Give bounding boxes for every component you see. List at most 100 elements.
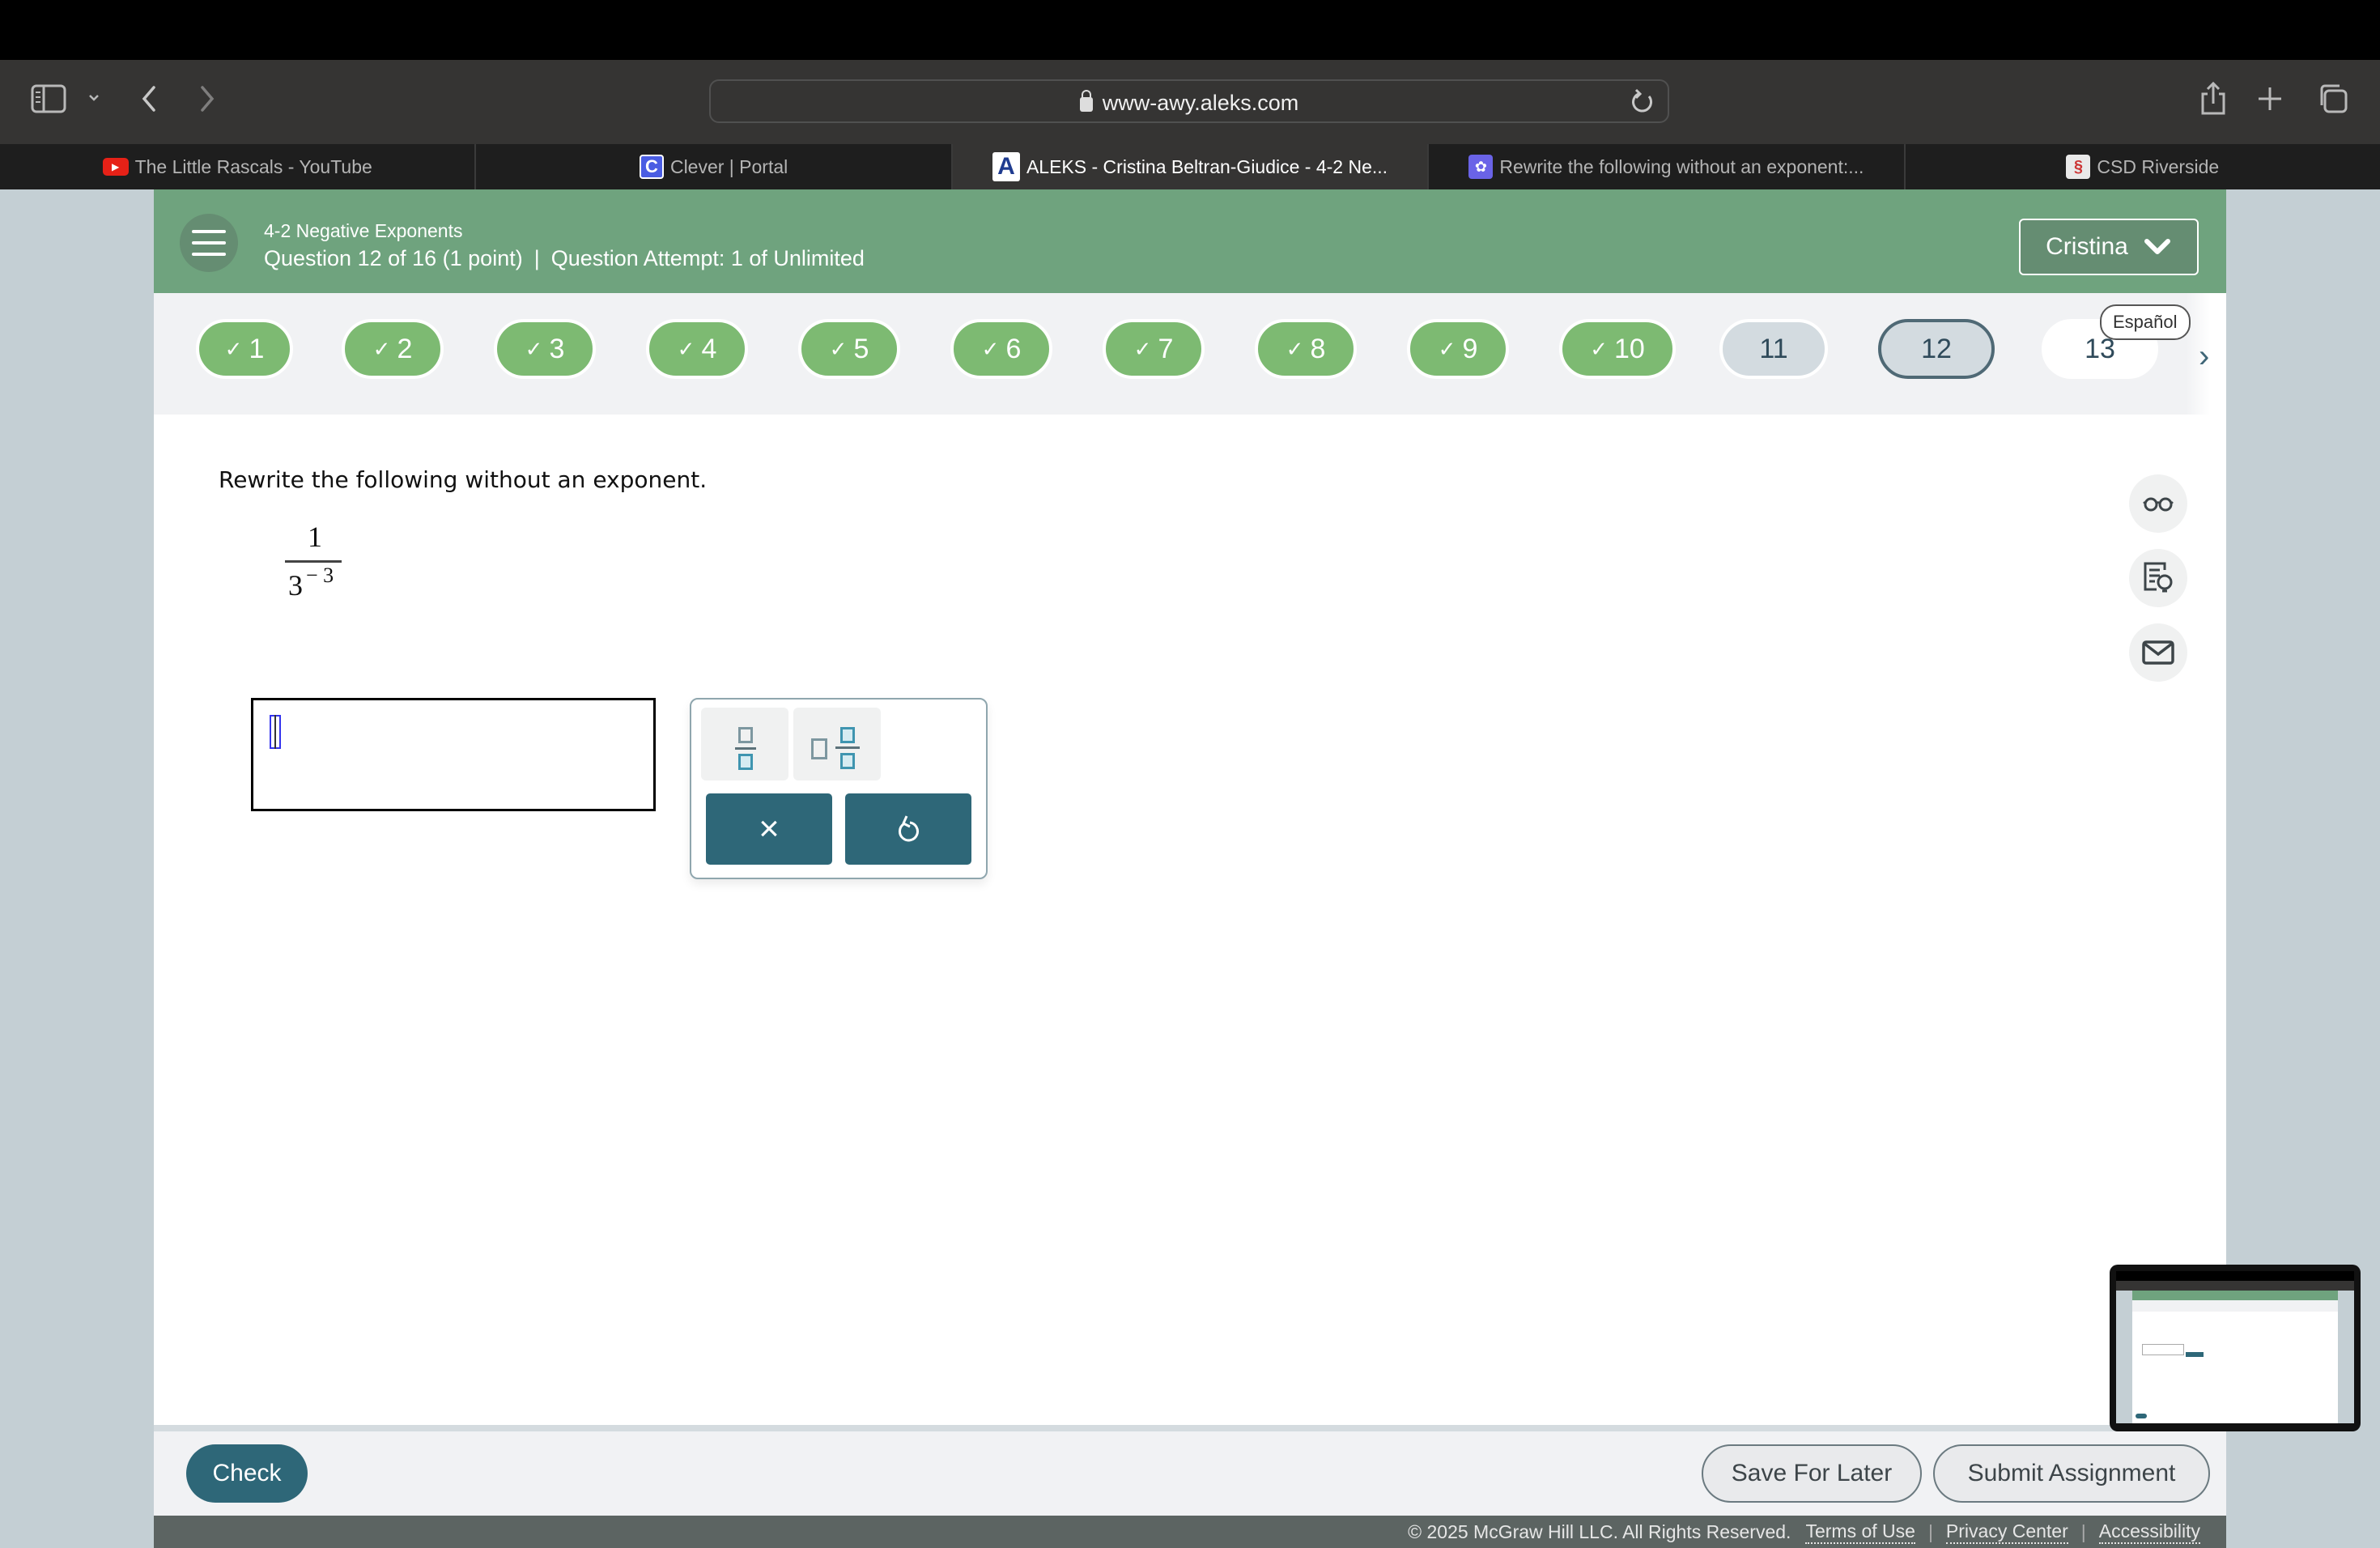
checkmark-icon: ✓ [224,336,243,361]
share-icon[interactable] [2199,81,2228,117]
question-number: 9 [1462,333,1478,364]
mixed-number-template-button[interactable] [793,708,881,780]
checkmark-icon: ✓ [525,336,543,361]
accessibility-link[interactable]: Accessibility [2098,1520,2200,1544]
question-number: 10 [1613,333,1645,364]
footer-divider [154,1425,2226,1431]
copyright-bar: © 2025 McGraw Hill LLC. All Rights Reser… [154,1516,2226,1548]
save-for-later-button[interactable]: Save For Later [1702,1444,1922,1503]
next-questions-chevron-icon[interactable]: › [2199,338,2209,375]
lock-icon [1079,90,1093,112]
question-count: Question 12 of 16 (1 point) [264,246,523,270]
tab-overview-icon[interactable] [2317,83,2349,115]
address-bar[interactable]: www-awy.aleks.com [709,79,1669,123]
question-number: 1 [249,333,265,364]
checkmark-icon: ✓ [1133,336,1152,361]
checkmark-icon: ✓ [829,336,848,361]
question-navigator: ✓ 1 ✓ 2 ✓ 3 ✓ 4 ✓ 5 ✓ 6 ✓ 7 ✓ 8 ✓ 9 ✓ 10 11 12 13 Español › [154,293,2226,415]
topic-title: 4-2 Negative Exponents [264,220,463,241]
browser-toolbar: www-awy.aleks.com [0,60,2380,144]
copyright-text: © 2025 McGraw Hill LLC. All Rights Reser… [1408,1520,1791,1542]
menu-button[interactable] [180,214,238,272]
question-pill-1[interactable]: ✓ 1 [196,319,293,379]
chevron-down-icon[interactable] [84,86,104,110]
undo-button[interactable] [845,793,971,865]
undo-icon [898,815,919,842]
question-pill-3[interactable]: ✓ 3 [494,319,596,379]
new-tab-icon[interactable] [2255,83,2284,115]
terms-of-use-link[interactable]: Terms of Use [1805,1520,1915,1544]
browser-tab-clever[interactable]: C Clever | Portal [476,144,953,189]
browser-tab-csd[interactable]: § CSD Riverside [1906,144,2380,189]
document-lightbulb-icon [2144,562,2173,593]
chevron-down-icon [2144,239,2170,254]
espanol-button[interactable]: Español [2100,304,2191,340]
hamburger-icon [192,241,226,245]
youtube-icon: ▶ [102,158,129,176]
tab-label: CSD Riverside [2097,155,2220,177]
message-button[interactable] [2129,623,2187,682]
question-pill-9[interactable]: ✓ 9 [1407,319,1509,379]
link-separator: | [1927,1520,1933,1542]
hamburger-icon [192,230,226,233]
question-pill-12[interactable]: 12 [1878,319,1995,379]
question-pill-5[interactable]: ✓ 5 [798,319,900,379]
reload-icon[interactable] [1629,87,1656,117]
fraction-bar [285,560,342,563]
answer-cursor [270,715,281,749]
action-bar: Check Save For Later Submit Assignment [154,1431,2226,1516]
app-icon: ✿ [1468,155,1494,179]
question-number: 7 [1158,333,1174,364]
sidebar-toggle-icon[interactable] [31,84,66,113]
question-pill-8[interactable]: ✓ 8 [1255,319,1357,379]
checkmark-icon: ✓ [1438,336,1456,361]
back-icon[interactable] [133,81,165,117]
fraction-template-button[interactable] [701,708,788,780]
macos-menu-area [0,0,2380,60]
question-info: Question 12 of 16 (1 point) | Question Att… [264,246,865,271]
question-pill-10[interactable]: ✓ 10 [1559,319,1676,379]
question-pill-7[interactable]: ✓ 7 [1103,319,1205,379]
csd-icon: § [2066,155,2091,179]
browser-tab-rewrite[interactable]: ✿ Rewrite the following without an expon… [1429,144,1906,189]
question-pill-4[interactable]: ✓ 4 [646,319,748,379]
mail-icon [2142,640,2174,665]
header-separator: | [533,246,540,270]
question-pill-11[interactable]: 11 [1719,319,1828,379]
question-number: 6 [1005,333,1022,364]
answer-input[interactable] [251,698,656,811]
browser-tab-strip: ▶ The Little Rascals - YouTube C Clever … [0,144,2380,189]
tab-label: Rewrite the following without an exponen… [1499,155,1864,177]
clear-button[interactable]: × [706,793,832,865]
submit-assignment-button[interactable]: Submit Assignment [1933,1444,2210,1503]
checkmark-icon: ✓ [372,336,391,361]
tab-label: ALEKS - Cristina Beltran-Giudice - 4-2 N… [1026,155,1388,177]
browser-tab-youtube[interactable]: ▶ The Little Rascals - YouTube [0,144,477,189]
forward-icon[interactable] [191,81,223,117]
fraction-denominator-base: 3 [288,569,303,602]
explanation-button[interactable] [2129,549,2187,607]
question-pill-6[interactable]: ✓ 6 [950,319,1052,379]
check-button[interactable]: Check [186,1444,308,1503]
tab-label: The Little Rascals - YouTube [134,155,372,177]
question-number: 2 [397,333,413,364]
math-keypad: × [690,698,988,879]
attempt-info: Question Attempt: 1 of Unlimited [550,246,865,270]
close-icon: × [759,809,780,848]
checkmark-icon: ✓ [981,336,1000,361]
user-menu-button[interactable]: Cristina [2019,219,2199,275]
question-prompt: Rewrite the following without an exponen… [219,466,708,493]
question-pill-2[interactable]: ✓ 2 [342,319,444,379]
reading-tool-button[interactable] [2129,474,2187,533]
screenshot-thumbnail[interactable] [2110,1265,2361,1431]
hamburger-icon [192,253,226,256]
question-number: 4 [701,333,717,364]
user-name: Cristina [2046,233,2128,260]
checkmark-icon: ✓ [1286,336,1304,361]
privacy-center-link[interactable]: Privacy Center [1945,1520,2068,1544]
url-text: www-awy.aleks.com [1102,91,1299,115]
clever-icon: C [639,155,664,179]
question-number: 3 [549,333,565,364]
browser-tab-aleks[interactable]: A ALEKS - Cristina Beltran-Giudice - 4-2… [952,144,1430,189]
tab-label: Clever | Portal [669,155,788,177]
